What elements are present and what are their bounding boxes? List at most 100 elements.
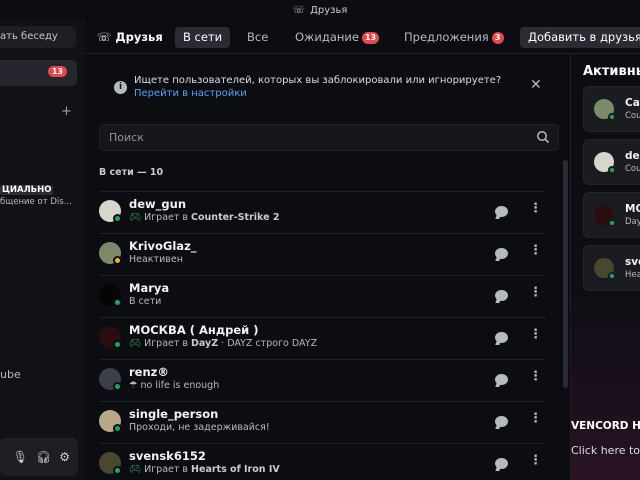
friends-badge: 13 [47,66,67,77]
sidebar-item-friends[interactable]: 13 [0,60,77,86]
active-user-name: Cay [625,97,640,109]
suggestions-count-badge: 3 [491,32,504,44]
vencord-notice-title: VENCORD HA [571,420,640,432]
active-now-card[interactable]: sve Hea [583,245,640,291]
message-icon[interactable] [495,206,508,217]
active-now-panel: Активные Cay Cou dew Cou МО Day sve Hea VENCORD… [570,54,640,480]
tab-online[interactable]: В сети [175,27,231,48]
notice-question: Ищете пользователей, которых вы заблокир… [134,75,502,86]
active-user-activity: Cou [625,164,640,174]
friend-row[interactable]: svensk6152 🎮︎ Играет в Hearts of Iron IV ⋮ [99,443,546,480]
tab-suggestions[interactable]: Предложения 3 [404,27,504,48]
active-now-card[interactable]: dew Cou [583,139,640,185]
sidebar-item-official[interactable]: ЦИАЛЬНО [0,185,54,195]
more-options-icon[interactable]: ⋮ [529,369,542,384]
tab-pending[interactable]: Ожидание 13 [295,27,380,48]
friend-row[interactable]: МОСКВА ( Андрей ) 🎮︎ Играет в DayZ · DAYZ … [99,317,546,359]
search-input[interactable] [109,125,529,150]
friends-heading: ☏ Друзья [97,30,163,44]
status-indicator [113,382,122,391]
friend-activity: Неактивен [129,254,183,265]
microphone-icon[interactable]: 🎙︎ [13,450,28,464]
message-icon[interactable] [495,290,508,301]
friend-row[interactable]: single_person Проходи, не задерживайся! ⋮ [99,401,546,443]
active-user-name: МО [625,203,640,215]
blocked-users-notice: i Ищете пользователей, которых вы заблок… [114,75,554,103]
message-icon[interactable] [495,374,508,385]
search-bar [99,124,559,151]
message-icon[interactable] [495,248,508,259]
active-user-activity: Hea [625,270,640,280]
user-panel: 🎙︎ 🎧︎ ⚙ [0,438,78,476]
friend-name: МОСКВА ( Андрей ) [129,323,259,337]
gamepad-icon: 🎮︎ [129,464,142,475]
friend-activity: 🎮︎ Играет в Counter-Strike 2 [129,212,280,223]
friends-list: dew_gun 🎮︎ Играет в Counter-Strike 2 ⋮ Krivo… [99,191,546,480]
friends-icon: ☏ [97,30,116,44]
friend-name: KrivoGlaz_ [129,239,197,253]
status-indicator [113,466,122,475]
friend-row[interactable]: renz® ☂ no life is enough ⋮ [99,359,546,401]
info-icon: i [114,81,127,94]
sidebar-item-official-sub: бщение от Dis... [0,197,72,207]
friend-name: single_person [129,407,219,421]
more-options-icon[interactable]: ⋮ [529,327,542,342]
message-icon[interactable] [495,332,508,343]
status-indicator [608,219,616,227]
add-dm-icon[interactable]: + [61,104,72,119]
status-indicator [608,166,616,174]
friend-activity: 🎮︎ Играет в Hearts of Iron IV [129,464,280,475]
gamepad-icon: 🎮︎ [129,338,142,349]
friend-activity: ☂ no life is enough [129,380,220,391]
message-icon[interactable] [495,416,508,427]
message-icon[interactable] [495,458,508,469]
status-indicator [113,256,122,265]
close-icon[interactable]: ✕ [530,77,542,93]
settings-gear-icon[interactable]: ⚙ [59,450,70,464]
friend-row[interactable]: KrivoGlaz_ Неактивен ⋮ [99,233,546,275]
friend-activity: В сети [129,296,162,307]
friend-row[interactable]: Marya В сети ⋮ [99,275,546,317]
status-indicator [113,340,122,349]
active-now-title: Активные [583,64,640,79]
title-bar: ☏ Друзья [0,0,640,20]
gamepad-icon: 🎮︎ [129,212,142,223]
sidebar-item-youtube[interactable]: ube [0,368,21,381]
search-icon [537,131,550,144]
status-indicator [113,298,122,307]
status-indicator [113,214,122,223]
friend-name: Marya [129,281,170,295]
active-user-name: sve [625,256,640,268]
pending-count-badge: 13 [361,32,380,44]
online-count-heading: В сети — 10 [99,167,164,178]
friends-icon: ☏ [292,4,306,16]
status-indicator [113,424,122,433]
status-indicator [608,272,616,280]
friend-name: svensk6152 [129,449,206,463]
headphones-icon[interactable]: 🎧︎ [36,450,51,464]
more-options-icon[interactable]: ⋮ [529,411,542,426]
active-user-activity: Cou [625,111,640,121]
active-user-name: dew [625,150,640,162]
friend-row[interactable]: dew_gun 🎮︎ Играет в Counter-Strike 2 ⋮ [99,191,546,233]
go-to-settings-link[interactable]: Перейти в настройки [134,88,247,99]
active-now-card[interactable]: МО Day [583,192,640,238]
friends-header: ☏ Друзья В сети Все Ожидание 13 Предложен… [85,20,640,54]
add-friend-button[interactable]: Добавить в друзья [520,27,640,48]
tab-all[interactable]: Все [247,27,268,48]
active-now-card[interactable]: Cay Cou [583,86,640,132]
more-options-icon[interactable]: ⋮ [529,201,542,216]
window-title: Друзья [310,4,348,16]
custom-status-icon: ☂ [129,380,138,391]
sidebar: ать беседу 13 + ЦИАЛЬНО бщение от Dis...… [0,20,85,480]
friend-activity: Проходи, не задерживайся! [129,422,270,433]
find-conversation-button[interactable]: ать беседу [0,26,76,48]
scrollbar[interactable] [563,160,568,388]
friend-name: renz® [129,365,169,379]
more-options-icon[interactable]: ⋮ [529,285,542,300]
vencord-notice-link[interactable]: Click here to [571,444,640,457]
friend-activity: 🎮︎ Играет в DayZ · DAYZ строго DAYZ [129,338,318,349]
more-options-icon[interactable]: ⋮ [529,453,542,468]
friend-name: dew_gun [129,197,187,211]
more-options-icon[interactable]: ⋮ [529,243,542,258]
